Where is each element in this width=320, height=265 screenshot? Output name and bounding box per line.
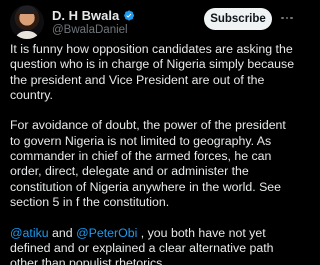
avatar-cap: [18, 6, 36, 14]
tweet-paragraph-2: For avoidance of doubt, the power of the…: [10, 118, 286, 209]
author-display-name[interactable]: D. H Bwala: [52, 8, 119, 23]
more-dot: [290, 16, 293, 20]
more-dot: [281, 16, 284, 20]
mention-link-peterobi[interactable]: @PeterObi: [76, 226, 137, 240]
more-options-icon[interactable]: [279, 11, 295, 25]
avatar-shirt: [14, 31, 40, 39]
tweet-text: It is funny how opposition candidates ar…: [10, 42, 295, 265]
author-name-row: D. H Bwala: [52, 7, 135, 23]
verified-badge-icon: [124, 10, 135, 20]
tweet-paragraph-1: It is funny how opposition candidates ar…: [10, 42, 295, 102]
avatar[interactable]: [10, 5, 44, 39]
tweet-paragraph-3: @atiku and @PeterObi , you both have not…: [10, 226, 295, 265]
subscribe-button[interactable]: Subscribe: [204, 8, 272, 30]
tweet: D. H Bwala @BwalaDaniel Subscribe It is …: [0, 0, 300, 265]
and-text: and: [48, 225, 77, 240]
mention-link-atiku[interactable]: @atiku: [10, 226, 49, 240]
author-handle[interactable]: @BwalaDaniel: [52, 24, 128, 36]
more-dot: [285, 16, 289, 20]
